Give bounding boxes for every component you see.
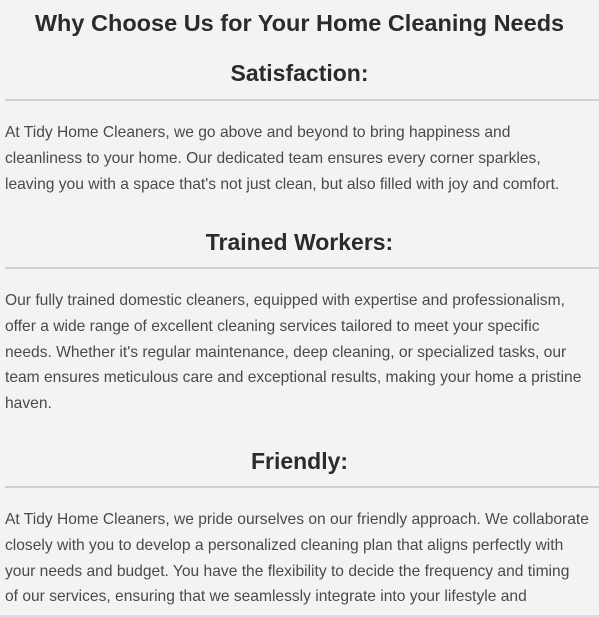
- body-line: of our services, ensuring that we seamle…: [5, 588, 527, 606]
- body-line: team ensures meticulous care and excepti…: [5, 369, 582, 387]
- section-divider: [5, 486, 599, 488]
- body-line: leaving you with a space that's not just…: [5, 175, 560, 193]
- body-line: At Tidy Home Cleaners, we pride ourselve…: [5, 511, 589, 528]
- body-line: needs. Whether it's regular maintenance,…: [5, 343, 567, 361]
- body-line: Our fully trained domestic cleaners, equ…: [5, 292, 565, 309]
- section-body: At Tidy Home Cleaners, we go above and b…: [5, 120, 599, 197]
- section-heading: Satisfaction:: [230, 60, 369, 86]
- section-divider: [5, 99, 599, 101]
- body-line: haven.: [5, 395, 52, 413]
- body-line: cleanliness to your home. Our dedicated …: [5, 149, 541, 167]
- section-friendly: Friendly:: [0, 448, 599, 475]
- page-title: Why Choose Us for Your Home Cleaning Nee…: [34, 10, 565, 36]
- body-line: your needs and budget. You have the flex…: [5, 562, 570, 580]
- section-heading: Friendly:: [250, 448, 349, 474]
- section-divider: [5, 267, 599, 269]
- section-trained-workers: Trained Workers:: [0, 229, 599, 256]
- section-heading: Trained Workers:: [205, 229, 394, 255]
- section-satisfaction: Satisfaction:: [0, 60, 599, 87]
- section-body: Our fully trained domestic cleaners, equ…: [5, 288, 599, 417]
- page: Why Choose Us for Your Home Cleaning Nee…: [0, 0, 599, 617]
- body-line: offer a wide range of excellent cleaning…: [5, 317, 540, 335]
- section-body: At Tidy Home Cleaners, we pride ourselve…: [5, 507, 599, 610]
- body-line: At Tidy Home Cleaners, we go above and b…: [5, 124, 511, 141]
- body-line: closely with you to develop a personaliz…: [5, 536, 564, 554]
